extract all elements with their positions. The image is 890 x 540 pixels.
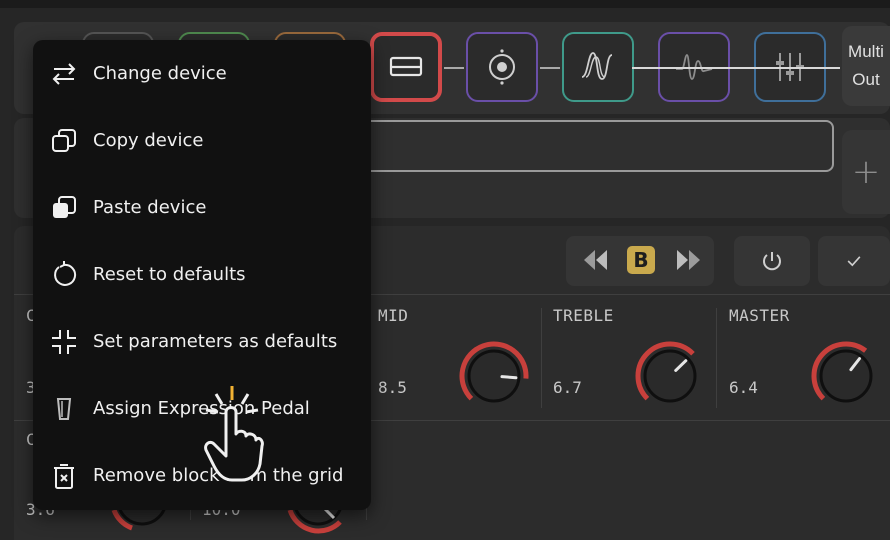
param-label-mid: MID	[378, 306, 409, 325]
menu-item-change-device[interactable]: Change device	[33, 40, 371, 107]
param-value-master: 6.4	[729, 378, 758, 397]
menu-label: Copy device	[93, 130, 204, 151]
next-icon[interactable]	[674, 248, 702, 272]
waves-icon	[581, 52, 613, 80]
power-button[interactable]	[734, 236, 810, 286]
check-icon	[847, 256, 861, 267]
menu-label: Reset to defaults	[93, 264, 246, 285]
modulation-block[interactable]	[562, 32, 634, 102]
trash-icon	[50, 462, 78, 490]
top-band	[0, 0, 890, 8]
pedal-icon	[50, 395, 78, 423]
speaker-icon	[489, 49, 515, 85]
compress-icon	[50, 328, 78, 356]
param-label-master: MASTER	[729, 306, 790, 325]
knob-body	[643, 349, 697, 403]
menu-label: Assign Expression Pedal	[93, 398, 310, 419]
multi-out-button[interactable]: Multi Out	[842, 26, 890, 106]
reset-icon	[50, 260, 78, 289]
add-button[interactable]: +	[842, 130, 890, 214]
swap-arrows-icon	[50, 60, 78, 88]
mid-knob[interactable]	[456, 338, 532, 414]
param-label-treble: TREBLE	[553, 306, 614, 325]
knob-body	[819, 349, 873, 403]
speaker-block[interactable]	[466, 32, 538, 102]
menu-item-remove-block[interactable]: Remove block from the grid	[33, 442, 371, 509]
column-divider	[716, 308, 717, 408]
param-value-mid: 8.5	[378, 378, 407, 397]
master-knob[interactable]	[808, 338, 884, 414]
ab-badge[interactable]: B	[627, 246, 655, 274]
check-button[interactable]	[818, 236, 890, 286]
menu-item-assign-expression-pedal[interactable]: Assign Expression Pedal	[33, 375, 371, 442]
context-menu: Change device Copy device Paste device R…	[33, 40, 371, 510]
previous-icon[interactable]	[582, 248, 610, 272]
cab-block[interactable]	[370, 32, 442, 102]
chain-connector	[540, 67, 560, 69]
copy-icon	[50, 127, 78, 155]
menu-item-paste-device[interactable]: Paste device	[33, 174, 371, 241]
menu-item-set-parameters-defaults[interactable]: Set parameters as defaults	[33, 308, 371, 375]
menu-item-reset-defaults[interactable]: Reset to defaults	[33, 241, 371, 308]
multi-out-label-2: Out	[852, 70, 880, 89]
power-icon	[763, 252, 781, 271]
menu-label: Paste device	[93, 197, 207, 218]
plus-icon: +	[851, 152, 881, 192]
menu-label: Remove block from the grid	[93, 465, 344, 486]
menu-label: Change device	[93, 63, 227, 84]
column-divider	[541, 308, 542, 408]
treble-knob[interactable]	[632, 338, 708, 414]
cab-icon	[389, 56, 423, 77]
param-value-treble: 6.7	[553, 378, 582, 397]
paste-icon	[50, 194, 78, 222]
menu-item-copy-device[interactable]: Copy device	[33, 107, 371, 174]
preset-name-field[interactable]	[350, 120, 834, 172]
knob-indicator	[500, 375, 518, 380]
multi-out-label-1: Multi	[848, 42, 884, 61]
chain-connector	[444, 67, 464, 69]
bypass-strike-line	[632, 67, 840, 69]
menu-label: Set parameters as defaults	[93, 331, 338, 352]
